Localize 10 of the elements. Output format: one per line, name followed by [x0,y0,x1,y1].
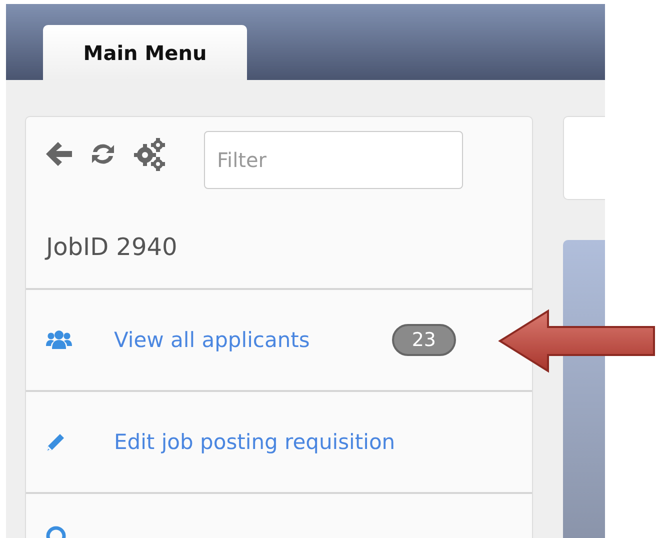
filter-field[interactable]: Filter [204,131,463,189]
count-badge: 23 [392,324,456,356]
menu-link[interactable]: Edit job posting requisition [114,430,396,454]
menu-link[interactable]: View all applicants [114,328,310,352]
users-icon [46,330,72,350]
settings-icon[interactable] [132,137,166,171]
main-menu-tab[interactable]: Main Menu [43,25,247,80]
job-id-title: JobID 2940 [26,189,532,290]
pencil-icon [46,432,66,452]
back-arrow-icon[interactable] [44,139,74,169]
